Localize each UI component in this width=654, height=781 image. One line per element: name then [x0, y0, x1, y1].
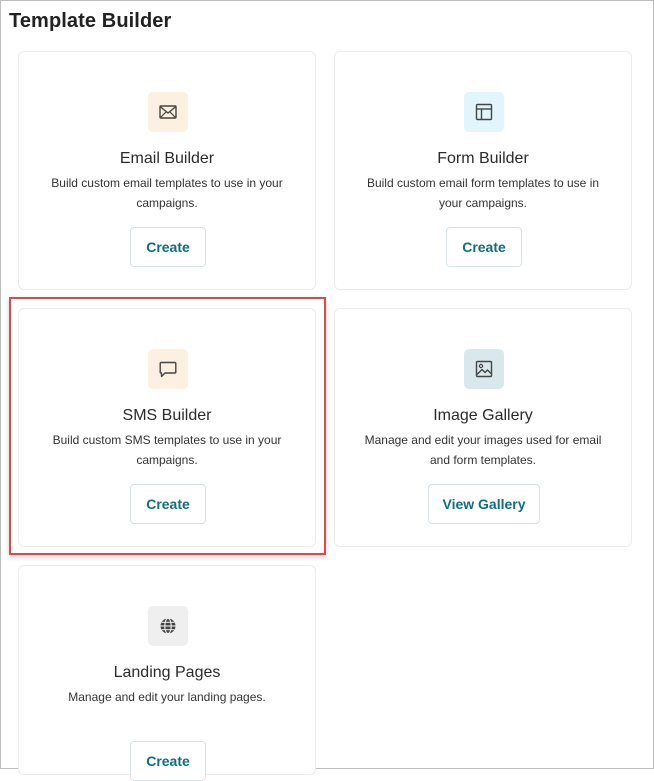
- layout-icon: [464, 92, 504, 132]
- card-title: Image Gallery: [433, 407, 533, 424]
- globe-icon: [148, 606, 188, 646]
- chat-icon: [148, 349, 188, 389]
- create-landing-page-button[interactable]: Create: [130, 741, 206, 781]
- card-description: Build custom email templates to use in y…: [51, 176, 283, 210]
- create-email-button[interactable]: Create: [130, 227, 206, 267]
- card-image-gallery: Image Gallery Manage and edit your image…: [334, 308, 632, 547]
- view-gallery-button[interactable]: View Gallery: [428, 484, 540, 524]
- card-description: Build custom SMS templates to use in you…: [52, 433, 282, 467]
- card-landing-pages: Landing Pages Manage and edit your landi…: [18, 565, 316, 781]
- card-title: Email Builder: [119, 150, 215, 167]
- image-icon: [464, 349, 504, 389]
- card-description: Manage and edit your landing pages.: [68, 690, 266, 704]
- card-form-builder: Form Builder Build custom email form tem…: [334, 51, 632, 290]
- card-title: SMS Builder: [122, 407, 212, 424]
- page-title: Template Builder: [9, 10, 172, 32]
- card-email-builder: Email Builder Build custom email templat…: [18, 51, 316, 290]
- card-description: Build custom email form templates to use…: [366, 176, 600, 210]
- card-description: Manage and edit your images used for ema…: [364, 433, 602, 467]
- mail-icon: [148, 92, 188, 132]
- card-title: Form Builder: [437, 150, 529, 167]
- card-sms-builder: SMS Builder Build custom SMS templates t…: [18, 308, 316, 547]
- card-title: Landing Pages: [113, 664, 221, 681]
- create-sms-button[interactable]: Create: [130, 484, 206, 524]
- create-form-button[interactable]: Create: [446, 227, 522, 267]
